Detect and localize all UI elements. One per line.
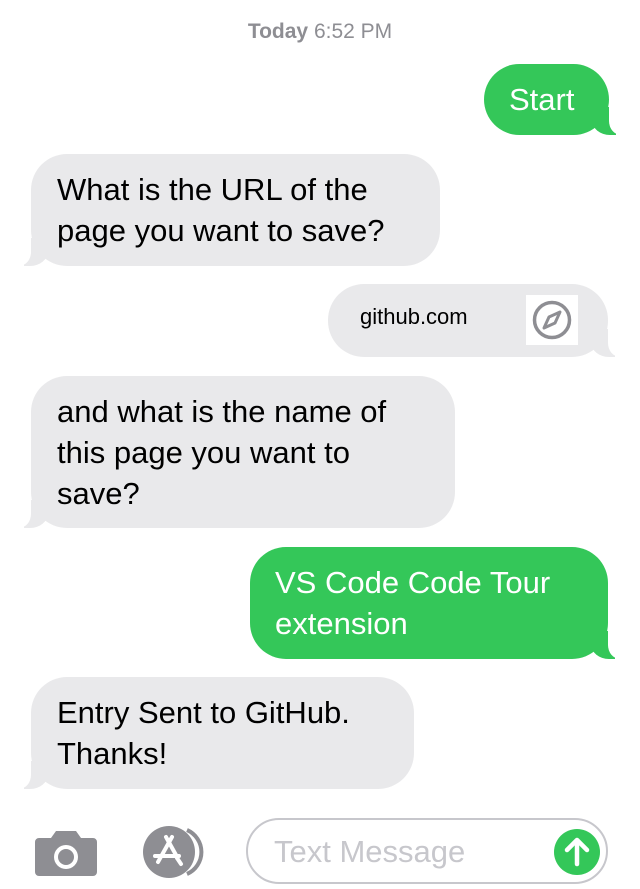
app-store-icon <box>143 826 204 878</box>
message-text-line: save? <box>57 476 140 511</box>
send-arrow-icon <box>554 829 600 875</box>
timestamp-day: Today <box>247 20 309 43</box>
message-bubble-outgoing[interactable]: Start <box>484 64 622 135</box>
message-text-line: this page you want to <box>57 435 350 470</box>
message-text-line: page you want to save? <box>57 213 385 248</box>
message-bubble-incoming[interactable]: Entry Sent to GitHub. Thanks! <box>18 677 414 789</box>
link-preview-url: github.com <box>360 304 468 329</box>
message-text-line: Start <box>509 82 575 117</box>
conversation-timestamp: Today 6:52 PM <box>0 20 640 44</box>
camera-button[interactable] <box>34 828 98 876</box>
camera-icon <box>35 831 97 876</box>
send-button[interactable] <box>554 829 600 875</box>
message-bubble-outgoing[interactable]: VS Code Code Tour extension <box>250 547 621 659</box>
safari-compass-icon <box>526 295 578 345</box>
message-text-line: Entry Sent to GitHub. <box>57 695 350 730</box>
message-text-line: What is the URL of the <box>57 172 368 207</box>
app-drawer-button[interactable] <box>139 824 213 880</box>
link-preview-bubble[interactable]: github.com <box>328 284 621 357</box>
message-bubble-incoming[interactable]: What is the URL of the page you want to … <box>18 154 440 266</box>
messages-screen: Today 6:52 PM Start What is the URL of t… <box>0 0 640 889</box>
message-text-line: and what is the name of <box>57 394 387 429</box>
message-text-line: VS Code Code Tour <box>275 565 551 600</box>
message-input-placeholder: Text Message <box>274 834 466 869</box>
message-bubble-incoming[interactable]: and what is the name of this page you wa… <box>18 376 455 528</box>
message-text-line: Thanks! <box>57 736 168 771</box>
timestamp-time: 6:52 PM <box>313 20 393 43</box>
message-text-line: extension <box>275 606 408 641</box>
message-input[interactable]: Text Message <box>246 818 608 884</box>
